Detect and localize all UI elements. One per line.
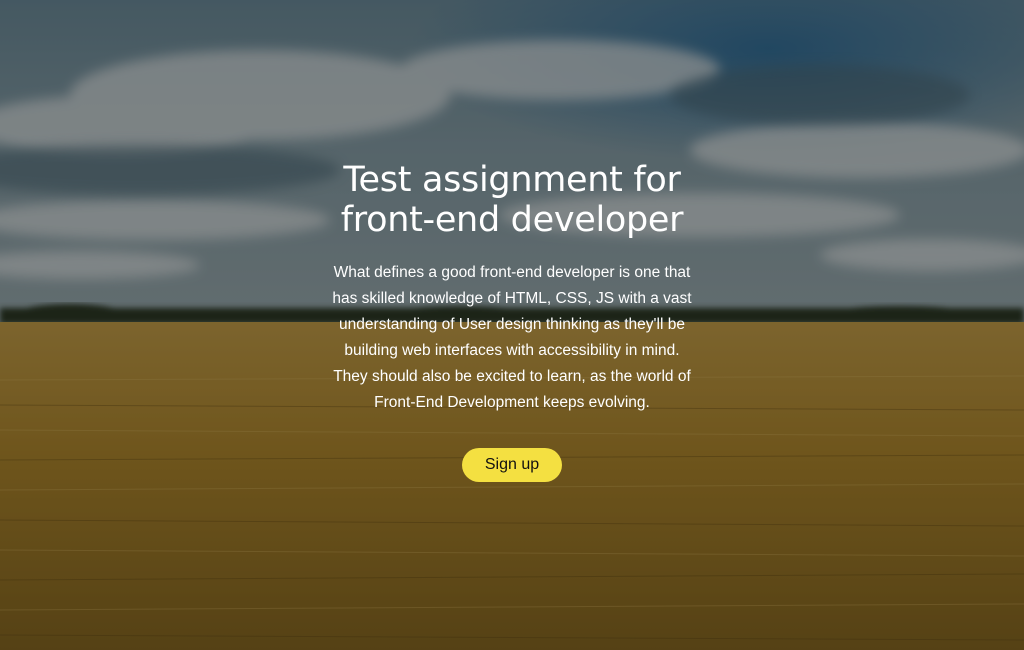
hero-section: Test assignment for front-end developer … — [0, 0, 1024, 650]
hero-title-line: Test assignment for — [343, 160, 681, 200]
hero-description: What defines a good front-end developer … — [312, 260, 712, 416]
hero-description-line: understanding of User design thinking as… — [339, 316, 685, 333]
hero-description-line: They should also be excited to learn, as… — [333, 368, 691, 385]
hero-description-line: has skilled knowledge of HTML, CSS, JS w… — [332, 290, 692, 307]
hero-content: Test assignment for front-end developer … — [312, 160, 712, 482]
hero-description-line: Front-End Development keeps evolving. — [374, 394, 650, 411]
hero-title-line: front-end developer — [340, 200, 684, 240]
hero-description-line: building web interfaces with accessibili… — [344, 342, 680, 359]
signup-button[interactable]: Sign up — [462, 448, 562, 482]
hero-title: Test assignment for front-end developer — [312, 160, 712, 240]
hero-description-line: What defines a good front-end developer … — [333, 264, 691, 281]
